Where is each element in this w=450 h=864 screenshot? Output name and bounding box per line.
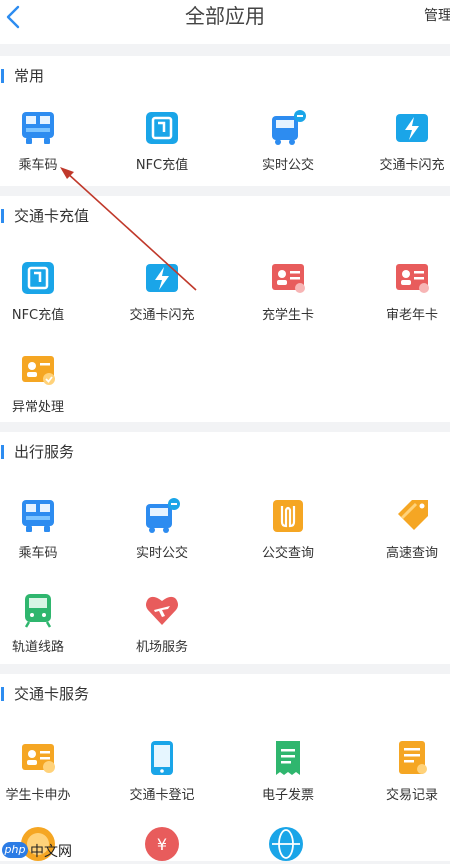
app-bus-query[interactable]: 公交查询	[238, 496, 338, 561]
app-label: 公交查询	[261, 546, 314, 561]
watermark-text: 中文网	[30, 844, 72, 860]
app-label: 实时公交	[261, 158, 314, 173]
app-label: 交通卡闪充	[379, 158, 445, 173]
app-label: 学生卡申办	[5, 788, 71, 803]
student-apply-icon	[22, 744, 55, 773]
section-title: 常用	[14, 67, 45, 85]
student-card-icon	[272, 264, 305, 293]
app-senior-card[interactable]: 审老年卡	[362, 258, 450, 323]
app-flash-charge[interactable]: 交通卡闪充	[362, 108, 450, 173]
app-bus-code[interactable]: 乘车码	[0, 108, 88, 173]
section-common: 常用 乘车码 NFC充值 实时公交 交通卡闪充	[0, 56, 450, 186]
app-e-invoice[interactable]: 电子发票	[238, 738, 338, 803]
senior-card-icon	[396, 264, 429, 293]
app-bus-code[interactable]: 乘车码	[0, 496, 88, 561]
bus-code-icon	[22, 500, 54, 532]
airport-icon	[146, 596, 178, 625]
nfc-recharge-icon	[146, 112, 178, 144]
realtime-bus-icon	[146, 498, 180, 533]
app-student-card[interactable]: 充学生卡	[238, 258, 338, 323]
highway-tag-icon	[398, 500, 428, 530]
section-title: 交通卡充值	[14, 207, 90, 225]
app-label: 交通卡登记	[129, 788, 195, 803]
watermark: php 中文网	[0, 839, 90, 861]
page-title: 全部应用	[185, 4, 265, 28]
app-label: 交易记录	[385, 788, 438, 803]
section-title: 出行服务	[14, 443, 75, 461]
realtime-bus-icon	[272, 110, 306, 145]
manage-button[interactable]: 管理	[424, 5, 450, 25]
app-metro-lines[interactable]: 轨道线路	[0, 590, 88, 655]
exception-icon	[22, 356, 55, 385]
app-exception[interactable]: 异常处理	[0, 350, 88, 415]
e-invoice-icon	[276, 741, 300, 775]
app-label: 实时公交	[135, 546, 188, 561]
app-realtime-bus[interactable]: 实时公交	[238, 108, 338, 173]
metro-icon	[24, 594, 52, 628]
globe-icon[interactable]	[266, 824, 306, 864]
section-indicator	[1, 687, 4, 701]
app-nfc-recharge[interactable]: NFC充值	[0, 258, 88, 323]
section-title: 交通卡服务	[14, 685, 90, 703]
app-label: 电子发票	[261, 788, 314, 803]
app-label: 交通卡闪充	[129, 308, 195, 323]
app-nfc-recharge[interactable]: NFC充值	[112, 108, 212, 173]
app-highway-query[interactable]: 高速查询	[362, 496, 450, 561]
flash-charge-icon	[396, 114, 428, 142]
bus-code-icon	[22, 112, 54, 144]
app-student-card-apply[interactable]: 学生卡申办	[0, 738, 88, 803]
card-register-icon	[151, 741, 173, 775]
app-card-register[interactable]: 交通卡登记	[112, 738, 212, 803]
section-indicator	[1, 445, 4, 459]
app-label: 高速查询	[385, 546, 438, 561]
app-label: NFC充值	[11, 308, 65, 323]
bus-query-icon	[273, 500, 303, 532]
app-label: 机场服务	[135, 640, 188, 655]
section-recharge: 交通卡充值 NFC充值 交通卡闪充 充学生卡 审老年卡 异常处理	[0, 196, 450, 422]
yuan-icon[interactable]: ¥	[142, 824, 182, 864]
section-card-service: 交通卡服务 学生卡申办 交通卡登记 电子发票 交易记录 ¥	[0, 674, 450, 861]
app-airport-service[interactable]: 机场服务	[112, 590, 212, 655]
section-indicator	[1, 69, 4, 83]
app-label: 乘车码	[18, 546, 58, 561]
app-label: 异常处理	[11, 400, 64, 415]
records-icon	[399, 741, 427, 774]
app-realtime-bus[interactable]: 实时公交	[112, 496, 212, 561]
app-flash-charge[interactable]: 交通卡闪充	[112, 258, 212, 323]
app-label: 轨道线路	[11, 640, 64, 655]
flash-charge-icon	[146, 264, 178, 292]
app-label: 乘车码	[18, 158, 58, 173]
svg-text:¥: ¥	[157, 835, 167, 854]
app-label: 审老年卡	[385, 308, 438, 323]
app-label: 充学生卡	[261, 308, 314, 323]
top-bar: 全部应用 管理	[0, 0, 450, 44]
watermark-logo: php	[2, 842, 28, 858]
app-transaction-records[interactable]: 交易记录	[362, 738, 450, 803]
app-label: NFC充值	[135, 158, 189, 173]
section-travel: 出行服务 乘车码 实时公交 公交查询 高速查询 轨道线路 机场服务	[0, 432, 450, 664]
section-indicator	[1, 209, 4, 223]
nfc-recharge-icon	[22, 262, 54, 294]
